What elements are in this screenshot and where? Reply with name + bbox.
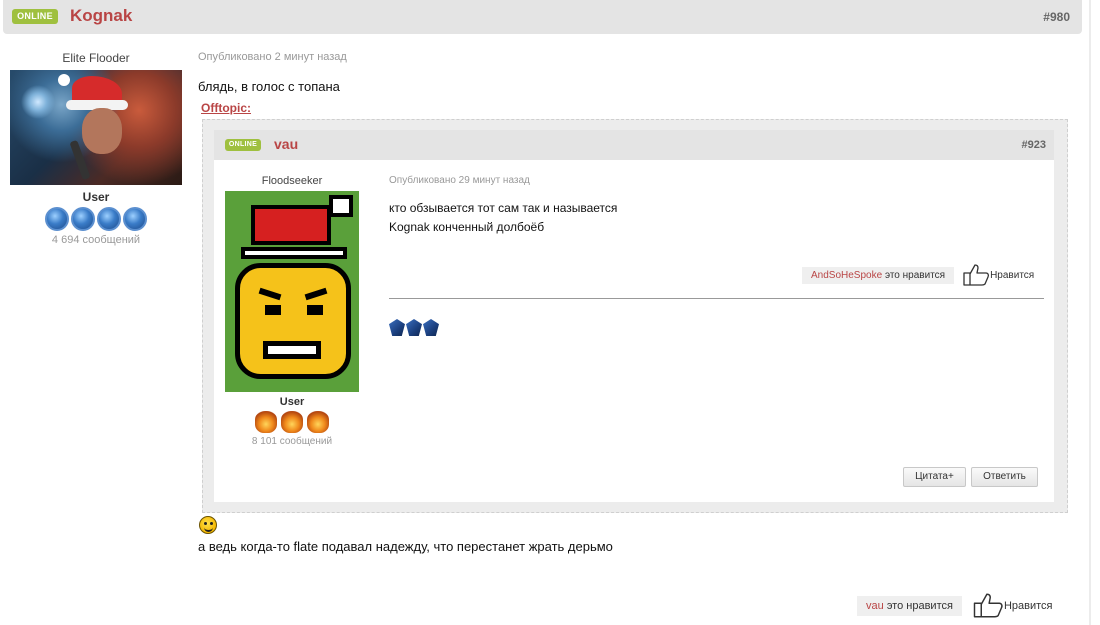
- author-rank-title: Elite Flooder: [62, 51, 130, 65]
- rank-pip-icon: [45, 207, 69, 231]
- rank-pip-icon: [281, 411, 303, 433]
- liked-by-box: vau это нравится: [857, 595, 962, 616]
- spoiler-content: ONLINE vau #923 Floodseeker User 8 101 с…: [202, 119, 1068, 513]
- quoted-author-panel: Floodseeker User 8 101 сообщений: [225, 174, 359, 447]
- rank-icons: [10, 207, 182, 231]
- quoted-post-text-line: кто обзывается тот сам так и называется: [389, 201, 618, 215]
- signature-icons: [389, 319, 439, 336]
- liker-link[interactable]: vau: [866, 600, 884, 612]
- like-label: Нравится: [1003, 599, 1053, 612]
- smiley-emoji-icon: [199, 516, 217, 534]
- liker-link[interactable]: AndSoHeSpoke: [811, 270, 882, 281]
- quoted-post: ONLINE vau #923 Floodseeker User 8 101 с…: [214, 130, 1054, 502]
- quoted-author-post-count: 8 101 сообщений: [251, 436, 333, 447]
- quote-button[interactable]: Цитата+: [903, 467, 966, 487]
- liked-by-text: это нравится: [884, 269, 946, 281]
- signature-badge-icon: [423, 319, 439, 336]
- quoted-author-link[interactable]: vau: [274, 136, 298, 152]
- author-post-count: 4 694 сообщений: [51, 234, 141, 246]
- rank-pip-icon: [255, 411, 277, 433]
- post-like-bar: vau это нравится Нравится: [857, 592, 1053, 619]
- post-text-line: блядь, в голос с топана: [198, 79, 340, 94]
- online-badge: ONLINE: [12, 9, 58, 24]
- rank-pip-icon: [307, 411, 329, 433]
- quoted-post-text-line: Kognak конченный долбоёб: [389, 220, 545, 234]
- rank-pip-icon: [123, 207, 147, 231]
- quoted-post-number-link[interactable]: #923: [1022, 139, 1046, 151]
- signature-badge-icon: [406, 319, 422, 336]
- rank-icons: [225, 411, 359, 433]
- rank-pip-icon: [71, 207, 95, 231]
- author-panel: Elite Flooder User 4 694 сообщений: [10, 50, 182, 246]
- liked-by-box: AndSoHeSpoke это нравится: [802, 266, 955, 284]
- like-button[interactable]: Нравится: [962, 263, 1034, 287]
- spoiler-toggle[interactable]: Offtopic:: [201, 101, 251, 115]
- quoted-post-published-time: Опубликовано 29 минут назад: [389, 175, 530, 186]
- post-published-time: Опубликовано 2 минут назад: [198, 51, 347, 63]
- signature-badge-icon: [389, 319, 405, 336]
- like-label: Нравится: [990, 269, 1035, 281]
- thumbs-up-icon: [973, 593, 1003, 618]
- quoted-author-rank-title: Floodseeker: [261, 175, 323, 187]
- author-group: User: [82, 190, 110, 204]
- avatar[interactable]: [10, 70, 182, 185]
- post-author-link[interactable]: Kognak: [70, 6, 132, 26]
- like-button[interactable]: Нравится: [972, 592, 1053, 619]
- post-text-line: а ведь когда-то flate подавал надежду, ч…: [198, 539, 613, 554]
- quoted-like-bar: AndSoHeSpoke это нравится Нравится: [802, 263, 1034, 287]
- quoted-author-group: User: [279, 396, 305, 408]
- online-badge: ONLINE: [225, 139, 261, 151]
- rank-pip-icon: [97, 207, 121, 231]
- quoted-post-header: ONLINE vau #923: [214, 130, 1054, 160]
- forum-page: ONLINE Kognak #980 Elite Flooder User 4 …: [0, 0, 1100, 625]
- reply-button[interactable]: Ответить: [971, 467, 1038, 487]
- liked-by-text: это нравится: [886, 599, 953, 612]
- scrollbar-track[interactable]: [1089, 0, 1091, 625]
- avatar[interactable]: [225, 191, 359, 392]
- post-header: ONLINE Kognak #980: [3, 0, 1082, 34]
- thumbs-up-icon: [963, 264, 990, 286]
- post-number-link[interactable]: #980: [1043, 10, 1070, 24]
- signature-divider: [389, 298, 1044, 299]
